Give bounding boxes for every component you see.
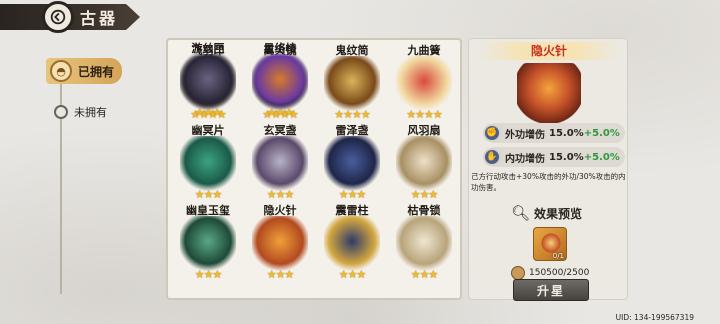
upgrade-material-slot[interactable]: 0/1 [533, 227, 567, 261]
artifact-name: 隐火针 [263, 204, 297, 217]
artifact-card[interactable]: 玄冥盏 ★★★ [244, 122, 316, 208]
artifact-stars: ★★★ [266, 268, 295, 281]
artifact-card[interactable]: 震雷柱 ★★★ [316, 202, 388, 288]
artifact-card[interactable]: 游丝匣 ★★★ [172, 40, 244, 126]
stat-value: 15.0% [549, 151, 584, 163]
artifact-image [396, 216, 452, 272]
effect-preview-button[interactable]: 🔍︎ 效果预览 [511, 204, 582, 222]
stat-label: 外功增伤 [505, 129, 545, 141]
artifact-card[interactable]: 枯骨锁 ★★★ [388, 202, 460, 288]
artifact-card[interactable]: 幽冥片 ★★★ [172, 122, 244, 208]
bowl-icon: ◓ [50, 60, 72, 82]
artifact-name: 九曲簧 [407, 44, 441, 57]
stat-row-outer-damage: ✊ 外功增伤 15.0% +5.0% [483, 123, 625, 143]
artifact-name: 鬼纹简 [335, 44, 369, 57]
artifact-stars: ★★★ [194, 268, 223, 281]
uid-label: UID: 134-199567319 [615, 313, 694, 322]
stat-row-inner-damage: ✋ 内功增伤 15.0% +5.0% [483, 147, 625, 167]
artifact-image [252, 216, 308, 272]
artifact-card[interactable]: 星络棱 ★★★ [244, 40, 316, 126]
artifact-stars: ★★★ [338, 188, 367, 201]
artifact-stars: ★★★ [410, 268, 439, 281]
artifact-stars: ★★★★ [334, 108, 370, 121]
detail-title: 隐火针 [479, 42, 619, 60]
artifact-stars: ★★★ [338, 268, 367, 281]
artifact-name: 星络棱 [263, 42, 297, 55]
stat-bonus: +5.0% [583, 151, 620, 163]
detail-artifact-image [517, 63, 581, 127]
tab-rail [60, 62, 62, 294]
artifact-stars: ★★★ [194, 188, 223, 201]
material-count: 0/1 [552, 252, 564, 260]
artifact-stars: ★★★ [194, 106, 223, 119]
stat-label: 内功增伤 [505, 153, 545, 165]
tab-unowned[interactable]: 未拥有 [54, 104, 107, 120]
tab-unowned-label: 未拥有 [74, 106, 107, 119]
effect-description: 己方行动攻击+30%攻击的外功/30%攻击的内功伤害。 [471, 172, 626, 192]
artifact-name: 风羽扇 [407, 124, 441, 137]
artifact-image [396, 136, 452, 192]
tab-owned[interactable]: ◓ 已拥有 [46, 58, 122, 84]
artifact-name: 幽皇玉玺 [186, 204, 230, 217]
artifact-stars: ★★★ [410, 188, 439, 201]
artifact-card[interactable]: 鬼纹简 ★★★★ [316, 42, 388, 128]
artifact-image [180, 136, 236, 192]
artifact-stars: ★★★ [266, 106, 295, 119]
fist-icon: ✊ [483, 124, 501, 142]
artifact-name: 震雷柱 [335, 204, 369, 217]
artifact-name: 雷泽盏 [335, 124, 369, 137]
artifact-detail-panel: 隐火针 ✊ 外功增伤 15.0% +5.0% ✋ 内功增伤 15.0% +5.0… [468, 38, 628, 301]
artifact-card[interactable]: 风羽扇 ★★★ [388, 122, 460, 208]
stat-bonus: +5.0% [583, 127, 620, 139]
artifact-image [324, 56, 380, 112]
artifact-card[interactable]: 隐火针 ★★★ [244, 202, 316, 288]
coin-cost: 150500/2500 [511, 266, 589, 280]
tab-owned-label: 已拥有 [78, 64, 115, 79]
artifact-grid: 飞羽印 ★★★★ 离火镜 ★★★★ 鬼纹简 ★★★★ 九曲簧 ★★★★ 幽冥片 ★★★ 玄冥盏 ★★★… [166, 38, 462, 300]
back-arrow-icon [50, 9, 66, 25]
artifact-image [252, 136, 308, 192]
artifact-image [324, 136, 380, 192]
upgrade-star-button[interactable]: 升星 [513, 279, 589, 301]
palm-icon: ✋ [483, 148, 501, 166]
magnifier-icon: 🔍︎ [511, 204, 531, 222]
coin-icon [511, 266, 525, 280]
artifact-stars: ★★★ [266, 188, 295, 201]
artifact-image [180, 54, 236, 110]
stat-value: 15.0% [549, 127, 584, 139]
artifact-name: 游丝匣 [191, 42, 225, 55]
tab-unowned-dot [54, 105, 68, 119]
artifact-stars: ★★★★ [406, 108, 442, 121]
artifact-card[interactable]: 九曲簧 ★★★★ [388, 42, 460, 128]
artifact-name: 枯骨锁 [407, 204, 441, 217]
artifact-image [324, 216, 380, 272]
page-title: 古器 [80, 9, 119, 28]
effect-preview-label: 效果预览 [534, 206, 583, 221]
artifact-image [180, 216, 236, 272]
artifact-image [252, 54, 308, 110]
artifact-image [396, 56, 452, 112]
artifact-card[interactable]: 雷泽盏 ★★★ [316, 122, 388, 208]
back-button[interactable] [42, 1, 74, 33]
coin-cost-text: 150500/2500 [529, 268, 590, 278]
artifact-card[interactable]: 幽皇玉玺 ★★★ [172, 202, 244, 288]
